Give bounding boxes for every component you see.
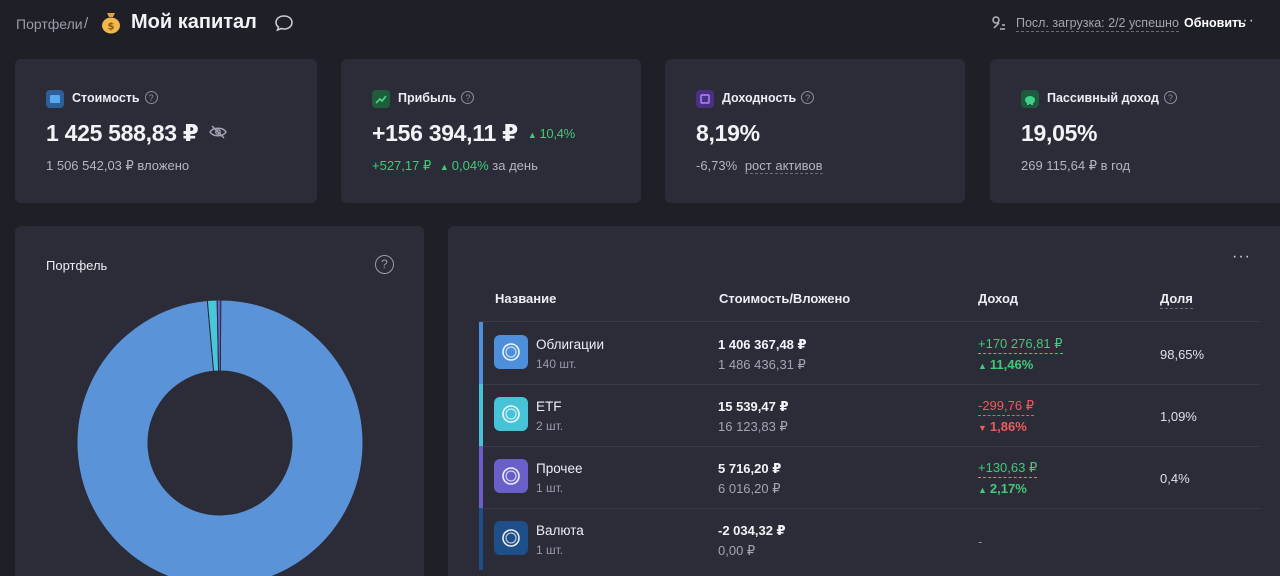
more-menu-icon[interactable]: ··· [1236, 12, 1255, 30]
col-header-name[interactable]: Название [495, 291, 556, 306]
assets-table-panel: ··· Название Стоимость/Вложено Доход Дол… [448, 226, 1280, 576]
top-header: Портфели / $ Мой капитал Посл. загрузка:… [0, 0, 1280, 48]
comment-icon[interactable] [274, 13, 294, 33]
table-row[interactable]: Прочее 1 шт. 5 716,20 ₽ 6 016,20 ₽ +130,… [479, 446, 1260, 508]
wallet-icon [46, 90, 64, 108]
card-yearly-income: 269 115,64 ₽ в год [1021, 158, 1131, 173]
card-value-amount: 1 425 588,83 ₽ [46, 120, 227, 147]
card-yield: Доходность? 8,19% -6,73% рост активов [665, 59, 965, 203]
card-label: Пассивный доход? [1047, 91, 1177, 105]
table-row[interactable]: ETF 2 шт. 15 539,47 ₽ 16 123,83 ₽ -299,7… [479, 384, 1260, 446]
table-row[interactable]: Облигации 140 шт. 1 406 367,48 ₽ 1 486 4… [479, 322, 1260, 384]
help-icon[interactable]: ? [144, 91, 158, 104]
asset-invested: 0,00 ₽ [718, 543, 756, 558]
breadcrumb-portfolios[interactable]: Портфели [16, 16, 83, 32]
asset-icon [494, 521, 528, 555]
row-color-bar [479, 446, 483, 508]
card-yield-amount: 8,19% [696, 120, 760, 146]
sync-status-text[interactable]: Посл. загрузка: 2/2 успешно [1016, 16, 1179, 32]
asset-icon [494, 397, 528, 431]
card-daily-change: +527,17 ₽ ▲ 0,04% за день [372, 158, 538, 173]
help-icon[interactable]: ? [461, 91, 475, 104]
asset-qty: 2 шт. [536, 419, 564, 433]
asset-invested: 1 486 436,31 ₽ [718, 357, 806, 372]
col-header-value[interactable]: Стоимость/Вложено [719, 291, 850, 306]
table-row[interactable]: Валюта 1 шт. -2 034,32 ₽ 0,00 ₽ - [479, 508, 1260, 570]
asset-value: 1 406 367,48 ₽ [718, 337, 807, 352]
card-value: Стоимость? 1 425 588,83 ₽ 1 506 542,03 ₽… [15, 59, 317, 203]
portfolio-donut-chart[interactable] [15, 226, 424, 576]
asset-qty: 1 шт. [536, 481, 564, 495]
col-header-income[interactable]: Доход [978, 291, 1018, 306]
asset-income: - [978, 534, 983, 549]
asset-growth-link[interactable]: рост активов [744, 158, 823, 174]
asset-name: Валюта [536, 523, 584, 538]
asset-income-pct: ▼ 1,86% [978, 419, 1027, 434]
row-color-bar [479, 322, 483, 384]
card-label: Прибыль? [398, 91, 475, 105]
money-bag-icon: $ [102, 13, 120, 34]
portfolio-panel: Портфель ? [15, 226, 424, 576]
col-header-share[interactable]: Доля [1160, 291, 1193, 309]
asset-value: 5 716,20 ₽ [718, 461, 782, 476]
asset-income-pct: ▲ 2,17% [978, 481, 1027, 496]
breadcrumb-separator: / [84, 15, 89, 32]
row-color-bar [479, 384, 483, 446]
help-icon[interactable]: ? [801, 91, 815, 104]
asset-share: 0,4% [1160, 471, 1190, 486]
calendar-icon [696, 90, 714, 108]
asset-name: ETF [536, 399, 562, 414]
hide-eye-icon[interactable] [208, 125, 227, 139]
card-label: Стоимость? [72, 91, 158, 105]
card-profit: Прибыль? +156 394,11 ₽ ▲ 10,4% +527,17 ₽ … [341, 59, 641, 203]
card-invested: 1 506 542,03 ₽ вложено [46, 158, 190, 173]
card-passive-amount: 19,05% [1021, 120, 1098, 146]
card-profit-amount: +156 394,11 ₽ ▲ 10,4% [372, 120, 575, 146]
card-passive-income: Пассивный доход? 19,05% 269 115,64 ₽ в г… [990, 59, 1280, 203]
asset-value: 15 539,47 ₽ [718, 399, 789, 414]
page-title: Мой капитал [131, 11, 257, 33]
asset-qty: 1 шт. [536, 543, 564, 557]
asset-income[interactable]: -299,76 ₽ [978, 398, 1034, 416]
svg-text:$: $ [108, 22, 115, 33]
row-color-bar [479, 508, 483, 570]
asset-share: 1,09% [1160, 409, 1197, 424]
sync-status-icon [992, 16, 1005, 30]
asset-icon [494, 459, 528, 493]
asset-icon [494, 335, 528, 369]
asset-invested: 16 123,83 ₽ [718, 419, 788, 434]
help-icon[interactable]: ? [1163, 91, 1177, 104]
asset-income[interactable]: +170 276,81 ₽ [978, 336, 1063, 354]
asset-name: Облигации [536, 337, 604, 352]
asset-invested: 6 016,20 ₽ [718, 481, 781, 496]
asset-income-pct: ▲ 11,46% [978, 357, 1034, 372]
asset-share: 98,65% [1160, 347, 1205, 362]
table-more-icon[interactable]: ··· [1232, 248, 1251, 266]
profit-change-pct: ▲ 10,4% [527, 126, 575, 141]
asset-income[interactable]: +130,63 ₽ [978, 460, 1038, 478]
card-label: Доходность? [722, 91, 815, 105]
asset-name: Прочее [536, 461, 583, 476]
asset-value: -2 034,32 ₽ [718, 523, 786, 538]
chart-line-icon [372, 90, 390, 108]
card-asset-growth: -6,73% рост активов [696, 158, 823, 174]
piggy-bank-icon [1021, 90, 1039, 108]
asset-qty: 140 шт. [536, 357, 577, 371]
